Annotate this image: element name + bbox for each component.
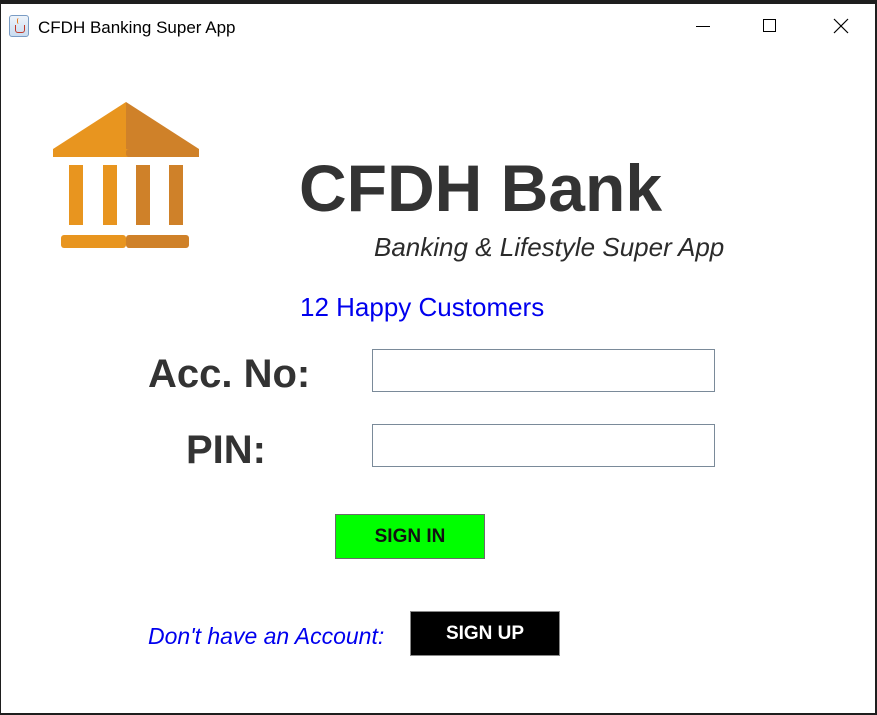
java-cup-icon	[9, 15, 29, 37]
minimize-icon	[696, 26, 710, 27]
title-bar[interactable]: CFDH Banking Super App	[1, 4, 875, 50]
close-button[interactable]	[807, 4, 867, 50]
tagline: Banking & Lifestyle Super App	[374, 232, 725, 262]
sign-up-button[interactable]: SIGN UP	[410, 611, 560, 656]
minimize-button[interactable]	[675, 4, 735, 50]
account-number-label: Acc. No:	[148, 352, 311, 396]
pin-input[interactable]	[372, 424, 715, 467]
close-icon	[833, 18, 849, 34]
maximize-button[interactable]	[741, 4, 801, 50]
customer-count: 12 Happy Customers	[300, 292, 545, 322]
account-number-input[interactable]	[372, 349, 715, 392]
window-title: CFDH Banking Super App	[38, 18, 236, 37]
maximize-icon	[763, 19, 776, 32]
app-window: CFDH Banking Super App CFDH Bank Banking…	[1, 4, 875, 713]
sign-in-button[interactable]: SIGN IN	[335, 514, 485, 559]
no-account-prompt: Don't have an Account:	[148, 623, 385, 649]
bank-building-icon	[53, 102, 199, 248]
pin-label: PIN:	[186, 428, 266, 472]
bank-name-heading: CFDH Bank	[299, 151, 663, 225]
